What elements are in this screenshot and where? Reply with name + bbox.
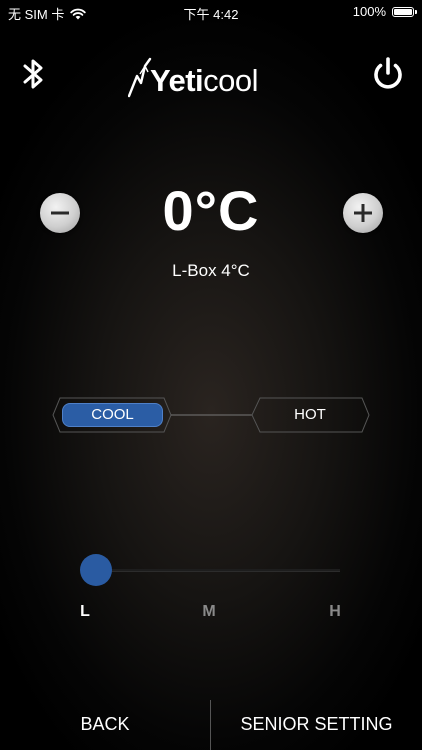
level-slider-track[interactable]	[96, 569, 340, 572]
back-button[interactable]: BACK	[0, 700, 210, 748]
logo-bold: Yeti	[150, 63, 204, 98]
battery-icon	[392, 6, 417, 17]
plus-icon	[354, 204, 372, 222]
battery-group: 100%	[352, 4, 417, 19]
box-temperature-label: L-Box 4°C	[172, 261, 250, 280]
battery-percent: 100%	[352, 4, 386, 19]
level-label-medium[interactable]: M	[194, 603, 224, 621]
level-label-high[interactable]: H	[320, 603, 350, 621]
level-slider-handle[interactable]	[80, 554, 112, 586]
brand-logo: Yeticool	[128, 52, 298, 98]
mountain-logo-icon	[128, 57, 152, 98]
logo-wordmark: Yeticool	[150, 63, 259, 98]
increase-temp-button[interactable]	[343, 193, 383, 233]
hot-mode-button[interactable]: HOT	[252, 397, 368, 433]
level-label-low[interactable]: L	[70, 603, 100, 621]
power-icon[interactable]	[370, 56, 406, 92]
senior-setting-button[interactable]: SENIOR SETTING	[211, 700, 422, 748]
logo-light: cool	[203, 63, 259, 98]
bluetooth-icon[interactable]	[18, 56, 48, 92]
cool-mode-button[interactable]: COOL	[62, 403, 163, 427]
status-bar: 无 SIM 卡 下午 4:42 100%	[0, 0, 422, 26]
